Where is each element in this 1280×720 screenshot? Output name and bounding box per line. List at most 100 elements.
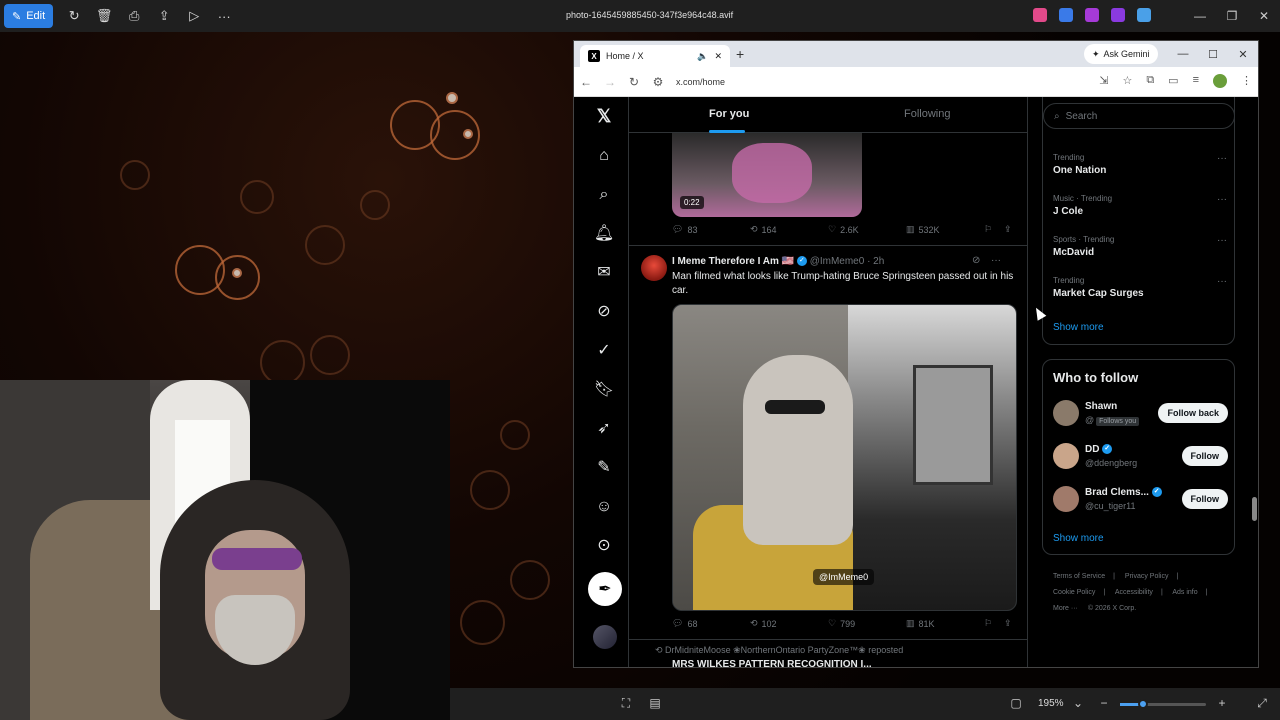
split-view-icon[interactable]: ▭ xyxy=(1168,74,1178,88)
app-icon-1[interactable] xyxy=(1033,8,1047,22)
share-post-button[interactable]: ⇪ xyxy=(1004,224,1012,235)
views-button[interactable]: ▥ 81K xyxy=(906,618,935,629)
repost-button[interactable]: ⟲ 164 xyxy=(750,224,777,235)
notifications-bell-icon[interactable]: 🔔︎ xyxy=(593,223,615,245)
page-scrollbar[interactable] xyxy=(1252,97,1258,667)
app-icon-4[interactable] xyxy=(1111,8,1125,22)
suggestion-name[interactable]: Brad Clems... ✓ xyxy=(1085,487,1162,498)
articles-icon[interactable]: ✎ xyxy=(593,457,615,479)
who-to-follow-show-more-link[interactable]: Show more xyxy=(1053,533,1104,544)
extensions-icon[interactable]: ⧉ xyxy=(1146,74,1154,88)
bookmark-star-icon[interactable]: ☆ xyxy=(1122,74,1132,88)
trend-more-icon[interactable]: ··· xyxy=(1217,235,1227,246)
cloud-icon[interactable] xyxy=(1137,8,1151,22)
messages-mail-icon[interactable]: ✉ xyxy=(593,262,615,284)
print-icon[interactable]: ⎙ xyxy=(119,4,149,28)
audio-icon[interactable]: 🔈 xyxy=(697,51,708,62)
close-icon[interactable]: ✕ xyxy=(1248,0,1280,32)
slideshow-icon[interactable]: ▷ xyxy=(179,4,209,28)
filmstrip-icon[interactable]: ▤ xyxy=(647,696,663,712)
reply-button[interactable]: 💬︎ 68 xyxy=(672,618,697,629)
edit-button[interactable]: ✎ Edit xyxy=(4,4,54,28)
suggestion-name[interactable]: Shawn xyxy=(1085,401,1117,412)
tab-following[interactable]: Following xyxy=(904,108,950,120)
like-button[interactable]: ♡ 799 xyxy=(828,618,855,629)
privacy-link[interactable]: Privacy Policy xyxy=(1125,573,1169,580)
follow-back-button[interactable]: Follow back xyxy=(1158,403,1228,423)
zoom-slider-knob[interactable] xyxy=(1138,699,1148,709)
minimize-icon[interactable]: — xyxy=(1184,0,1216,32)
terms-link[interactable]: Terms of Service xyxy=(1053,573,1105,580)
new-tab-icon[interactable]: + xyxy=(736,46,744,62)
zoom-out-icon[interactable]: − xyxy=(1096,696,1112,712)
browser-minimize-icon[interactable]: — xyxy=(1168,41,1198,67)
chevron-down-icon[interactable]: ⌄ xyxy=(1070,696,1086,712)
trend-item[interactable]: Music · Trending J Cole ··· xyxy=(1053,194,1227,217)
business-rocket-icon[interactable]: ➶ xyxy=(593,418,615,440)
trend-item[interactable]: Trending One Nation ··· xyxy=(1053,153,1227,176)
x-home-logo-icon[interactable]: 𝕏 xyxy=(593,105,615,127)
zoom-level[interactable]: 195% xyxy=(1038,698,1064,709)
maximize-icon[interactable]: ❐ xyxy=(1216,0,1248,32)
repost-attribution[interactable]: ⟲ DrMidniteMoose ❀NorthernOntario PartyZ… xyxy=(655,645,903,656)
bookmark-button[interactable]: ⚐ xyxy=(984,224,992,235)
post-time[interactable]: · 2h xyxy=(867,256,884,267)
browser-maximize-icon[interactable]: ☐ xyxy=(1198,41,1228,67)
grok-icon[interactable]: ⊘ xyxy=(593,301,615,323)
suggestion-name[interactable]: DD ✓ xyxy=(1085,444,1113,455)
zoom-in-icon[interactable]: + xyxy=(1214,696,1230,712)
back-icon[interactable]: ← xyxy=(574,75,598,89)
site-info-icon[interactable]: ⚙ xyxy=(646,75,670,89)
post-author-name[interactable]: I Meme Therefore I Am xyxy=(672,256,779,267)
follow-suggestion[interactable]: Shawn @ Follows you Follow back xyxy=(1053,400,1228,430)
bookmark-button[interactable]: ⚐ xyxy=(984,618,992,629)
reading-list-icon[interactable]: ≡ xyxy=(1193,74,1199,88)
share-icon[interactable]: ⇪ xyxy=(149,4,179,28)
zoom-slider[interactable] xyxy=(1120,699,1206,709)
accessibility-link[interactable]: Accessibility xyxy=(1115,589,1153,596)
cookie-link[interactable]: Cookie Policy xyxy=(1053,589,1095,596)
tab-for-you[interactable]: For you xyxy=(709,108,749,120)
follow-suggestion[interactable]: Brad Clems... ✓ @cu_tiger11 Follow xyxy=(1053,486,1228,516)
follow-button[interactable]: Follow xyxy=(1181,489,1228,509)
trend-more-icon[interactable]: ··· xyxy=(1217,194,1227,205)
fullscreen-icon[interactable]: ⤢ xyxy=(1254,696,1270,712)
ads-info-link[interactable]: Ads info xyxy=(1172,589,1197,596)
search-input[interactable]: ⌕ Search xyxy=(1043,103,1235,129)
forward-icon[interactable]: → xyxy=(598,75,622,89)
profile-icon[interactable]: ☺ xyxy=(593,496,615,518)
more-link[interactable]: More ··· xyxy=(1053,605,1078,612)
trend-item[interactable]: Trending Market Cap Surges ··· xyxy=(1053,276,1227,299)
ask-gemini-button[interactable]: ✦ Ask Gemini xyxy=(1084,44,1158,64)
browser-menu-icon[interactable]: ⋮ xyxy=(1241,74,1252,88)
premium-check-icon[interactable]: ✓ xyxy=(593,340,615,362)
explore-search-icon[interactable]: ⌕ xyxy=(593,184,615,206)
browser-tab[interactable]: X Home / X 🔈 ✕ xyxy=(580,45,730,67)
trend-more-icon[interactable]: ··· xyxy=(1217,153,1227,164)
fit-icon[interactable]: ⛶ xyxy=(618,696,634,712)
trend-item[interactable]: Sports · Trending McDavid ··· xyxy=(1053,235,1227,258)
post-author-avatar[interactable] xyxy=(641,255,667,281)
delete-icon[interactable]: 🗑 xyxy=(89,4,119,28)
actual-size-icon[interactable]: ▢ xyxy=(1008,696,1024,712)
like-button[interactable]: ♡ 2.6K xyxy=(828,224,859,235)
rotate-icon[interactable]: ↻ xyxy=(59,4,89,28)
post-video[interactable]: @ImMeme0 xyxy=(672,304,1017,611)
follow-button[interactable]: Follow xyxy=(1181,446,1228,466)
browser-close-icon[interactable]: ✕ xyxy=(1228,41,1258,67)
app-icon-2[interactable] xyxy=(1059,8,1073,22)
bookmarks-icon[interactable]: 🔖︎ xyxy=(593,379,615,401)
install-icon[interactable]: ⇲ xyxy=(1099,74,1108,88)
reply-button[interactable]: 💬︎ 83 xyxy=(672,224,697,235)
avatar[interactable] xyxy=(1053,443,1079,469)
repost-button[interactable]: ⟲ 102 xyxy=(750,618,777,629)
grok-explain-icon[interactable]: ⊘ xyxy=(972,255,980,266)
compose-post-button[interactable]: ✒ xyxy=(588,572,622,606)
avatar[interactable] xyxy=(1053,400,1079,426)
avatar[interactable] xyxy=(1053,486,1079,512)
profile-avatar[interactable] xyxy=(1213,74,1227,88)
trends-show-more-link[interactable]: Show more xyxy=(1053,322,1104,333)
previous-post-video[interactable]: 0:22 xyxy=(672,133,862,217)
post-author-handle[interactable]: @ImMeme0 xyxy=(810,256,865,267)
post-more-icon[interactable]: ··· xyxy=(991,255,1001,266)
